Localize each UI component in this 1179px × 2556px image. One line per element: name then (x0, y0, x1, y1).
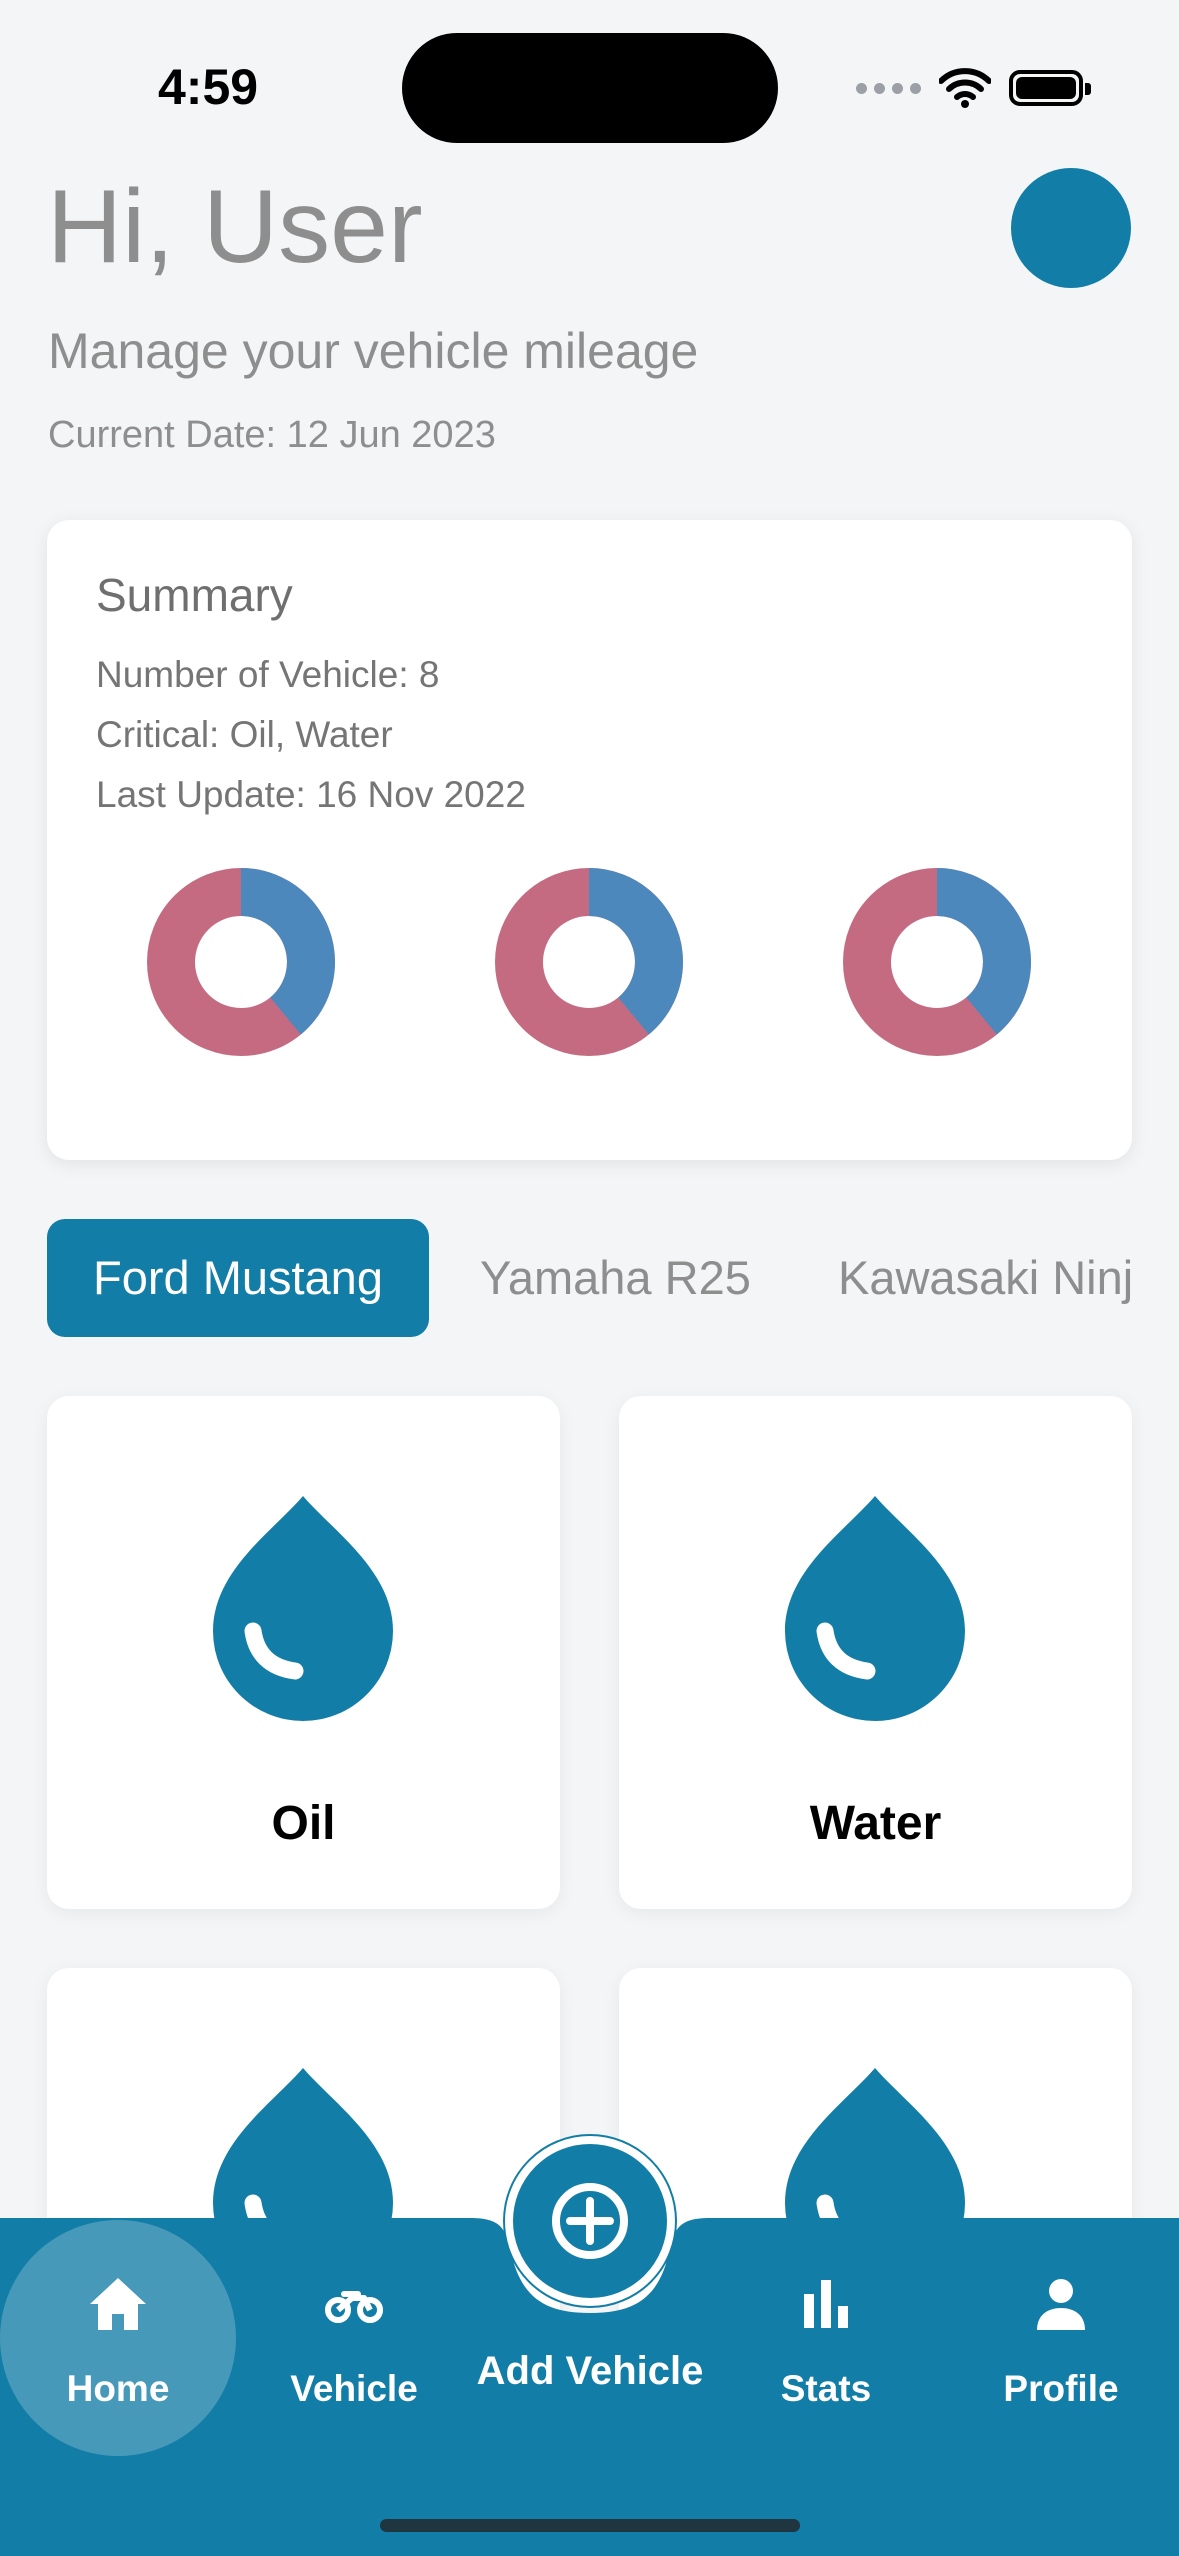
last-update: Last Update: 16 Nov 2022 (96, 774, 526, 815)
tile-water[interactable]: Water (619, 1396, 1132, 1909)
home-indicator (380, 2519, 800, 2532)
battery-icon (1009, 70, 1091, 106)
tile-oil[interactable]: Oil (47, 1396, 560, 1909)
drop-icon (785, 1496, 965, 1721)
tab-yamaha-r25[interactable]: Yamaha R25 (480, 1219, 751, 1337)
nav-profile[interactable]: Profile (943, 2218, 1179, 2458)
person-icon (1037, 2279, 1085, 2330)
summary-title: Summary (96, 569, 293, 621)
add-circle-icon (505, 2136, 675, 2306)
donut-chart-3 (843, 868, 1031, 1056)
vehicle-tabs[interactable]: Ford Mustang Yamaha R25 Kawasaki Ninj (47, 1219, 1132, 1337)
tab-ford-mustang[interactable]: Ford Mustang (47, 1219, 429, 1337)
bar-chart-icon (804, 2280, 848, 2328)
home-icon (90, 2278, 146, 2330)
donut-chart-1 (147, 868, 335, 1056)
add-vehicle-label[interactable]: Add Vehicle (430, 2349, 750, 2394)
nav-stats[interactable]: Stats (708, 2218, 944, 2458)
nav-stats-label: Stats (780, 2368, 872, 2409)
wifi-icon (939, 68, 991, 108)
nav-vehicle[interactable]: Vehicle (236, 2218, 472, 2458)
dynamic-island (402, 33, 778, 143)
vehicle-count: Number of Vehicle: 8 (96, 654, 440, 695)
greeting-title: Hi, User (47, 169, 423, 285)
drop-icon (213, 1496, 393, 1721)
tab-kawasaki[interactable]: Kawasaki Ninj (838, 1219, 1132, 1337)
current-date: Current Date: 12 Jun 2023 (48, 414, 496, 456)
status-icons (856, 62, 1091, 114)
summary-card: Summary Number of Vehicle: 8 Critical: O… (47, 520, 1132, 1160)
status-time: 4:59 (158, 59, 259, 115)
nav-home[interactable]: Home (0, 2218, 236, 2458)
page-subtitle: Manage your vehicle mileage (48, 323, 699, 379)
motorcycle-icon (325, 2291, 383, 2323)
signal-dots-icon (856, 82, 921, 94)
donut-chart-2 (495, 868, 683, 1056)
avatar[interactable] (1011, 168, 1131, 288)
nav-profile-label: Profile (1003, 2368, 1119, 2409)
tile-label: Water (809, 1797, 942, 1850)
add-vehicle-button[interactable] (503, 2134, 677, 2308)
tile-label: Oil (271, 1797, 336, 1850)
nav-home-label: Home (66, 2368, 170, 2409)
critical-items: Critical: Oil, Water (96, 714, 393, 755)
